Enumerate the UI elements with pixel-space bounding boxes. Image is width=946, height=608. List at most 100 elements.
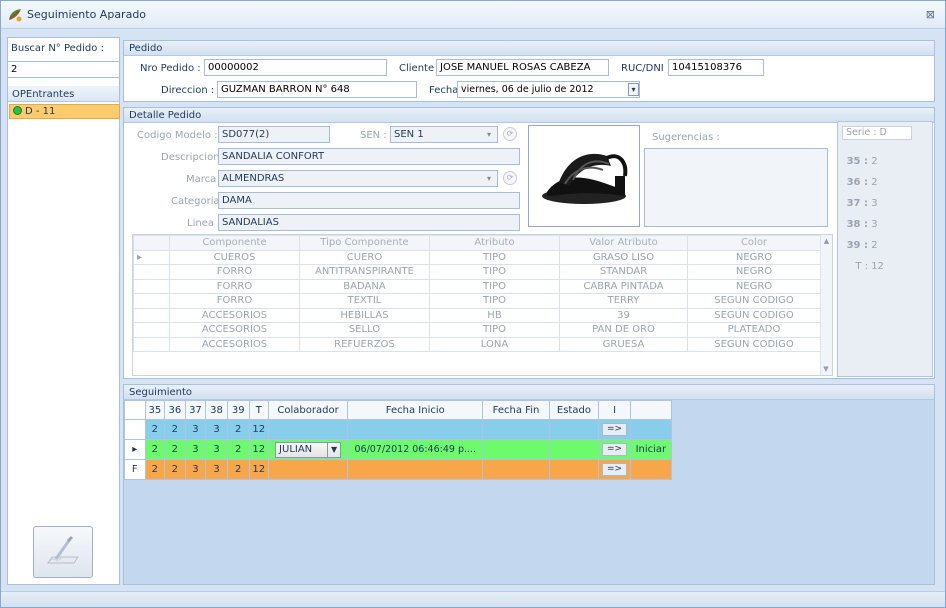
close-icon[interactable]: ⊠ [926,8,935,21]
size-cell: 3 [184,459,207,480]
refresh-icon[interactable]: ⟳ [503,127,517,141]
chevron-down-icon[interactable]: ▾ [483,171,495,186]
column-header[interactable]: Valor Atributo [559,235,688,251]
column-header[interactable]: T [248,400,270,420]
table-row[interactable]: ▸ 2 2 3 3 2 12 JULIAN ▼ 06/07/2012 06:46… [124,439,673,460]
vertical-scrollbar[interactable]: ▲ ▼ [820,235,832,375]
row-header-cell [133,336,170,352]
op-item[interactable]: D - 11 [9,104,120,119]
column-header[interactable]: I [598,400,631,420]
descripcion-label: Descripcion : [161,152,227,163]
total-cell: 12 [248,419,270,440]
size-cell: 2 [164,439,186,460]
marca-combo[interactable]: ALMENDRAS [218,170,498,187]
table-cell: PAN DE ORO [559,322,688,338]
column-header[interactable]: Colaborador [268,400,349,420]
table-cell: TIPO [429,322,560,338]
size-cell: 3 [184,419,207,440]
serie-size: 38 : 3 [846,214,884,235]
table-row[interactable]: F 2 2 3 3 2 12 => [124,459,673,480]
row-marker: ▸ [124,439,146,460]
table-cell: TEXTIL [299,293,430,309]
status-dot-icon [13,106,22,115]
go-button[interactable]: => [602,423,628,436]
pedido-group: Pedido Nro Pedido : 00000002 Cliente : J… [123,40,935,102]
current-row-icon: ▸ [133,249,170,265]
column-header[interactable]: Color [687,235,821,251]
direccion-label: Direccion : [161,85,215,96]
table-row[interactable]: ACCESORIOS SELLO TIPO PAN DE ORO PLATEADO [133,322,821,338]
row-marker: F [124,459,146,480]
table-row[interactable]: 2 2 3 3 2 12 => [124,419,673,440]
iniciar-link[interactable]: Iniciar [629,439,673,460]
componentes-grid[interactable]: Componente Tipo Componente Atributo Valo… [132,234,833,376]
fecha-inicio-cell [347,419,484,440]
chevron-down-icon[interactable]: ▾ [483,127,495,142]
column-header[interactable]: 36 [164,400,186,420]
table-cell: NEGRO [687,264,821,280]
colaborador-cell: JULIAN ▼ [268,439,349,460]
column-header[interactable]: Fecha Inicio [347,400,484,420]
detalle-group: Detalle Pedido Codigo Modelo : SD077(2) … [123,107,935,379]
scroll-down-icon[interactable]: ▼ [821,365,831,373]
table-cell: ACCESORIOS [169,307,300,323]
column-header[interactable]: 39 [226,400,250,420]
column-header[interactable]: 38 [205,400,228,420]
direccion-field[interactable]: GUZMAN BARRON N° 648 [217,81,417,98]
go-button[interactable]: => [602,443,628,456]
table-row[interactable]: ACCESORIOS REFUERZOS LONA GRUESA SEGUN CODIG… [133,336,821,352]
estado-cell [548,439,600,460]
table-cell: GRUESA [559,336,688,352]
fecha-picker[interactable]: viernes, 06 de julio de 2012 [457,81,640,98]
table-row[interactable]: FORRO BADANA TIPO CABRA PINTADA NEGRO [133,278,821,294]
table-row[interactable]: ACCESORIOS HEBILLAS HB 39 SEGUN CODIGO [133,307,821,323]
product-image [528,125,640,227]
sen-combo[interactable]: SEN 1 [390,126,498,143]
ruc-field[interactable]: 10415108376 [668,59,764,76]
refresh-icon[interactable]: ⟳ [503,171,517,185]
signature-button[interactable] [33,526,93,578]
size-cell: 2 [144,439,166,460]
size-cell: 3 [184,439,207,460]
table-cell: TERRY [559,293,688,309]
colaborador-combo[interactable]: JULIAN ▼ [275,441,342,458]
column-header[interactable]: 35 [144,400,166,420]
fecha-inicio-cell: 06/07/2012 06:46:49 p.... [347,439,484,460]
table-cell: FORRO [169,293,300,309]
serie-size: T : 12 [846,256,884,277]
chevron-down-icon[interactable]: ▾ [628,83,639,96]
column-header[interactable] [629,400,673,420]
cliente-field[interactable]: JOSE MANUEL ROSAS CABEZA [436,59,609,76]
chevron-down-icon[interactable]: ▼ [327,442,340,457]
table-cell: NEGRO [687,278,821,294]
column-header[interactable]: Estado [548,400,600,420]
descripcion-field: SANDALIA CONFORT [218,148,520,165]
table-cell: ACCESORIOS [169,322,300,338]
colaborador-cell[interactable] [268,419,349,440]
colaborador-cell[interactable] [268,459,349,480]
table-cell: CUEROS [169,249,300,265]
scroll-up-icon[interactable]: ▲ [821,237,832,245]
size-cell: 2 [164,419,186,440]
nro-pedido-field[interactable]: 00000002 [204,59,387,76]
row-header-cell [133,264,170,280]
seguimiento-table[interactable]: 35 36 37 38 39 T Colaborador Fecha Inici… [124,400,673,480]
accion-cell[interactable] [629,419,673,440]
serie-size: 35 : 2 [846,151,884,172]
table-cell: NEGRO [687,249,821,265]
table-row[interactable]: FORRO TEXTIL TIPO TERRY SEGUN CODIGO [133,293,821,309]
detalle-header: Detalle Pedido [124,108,934,123]
column-header[interactable]: Componente [169,235,300,251]
column-header[interactable]: 37 [184,400,207,420]
size-cell: 2 [164,459,186,480]
column-header[interactable]: Atributo [429,235,560,251]
buscar-pedido-input[interactable]: 2 [8,61,119,78]
column-header[interactable]: Fecha Fin [482,400,550,420]
table-cell: TIPO [429,278,560,294]
accion-cell[interactable] [629,459,673,480]
table-row[interactable]: ▸ CUEROS CUERO TIPO GRASO LISO NEGRO [133,249,821,265]
serie-size-qty: 2 [871,156,878,167]
go-button[interactable]: => [602,463,628,476]
table-row[interactable]: FORRO ANTITRANSPIRANTE TIPO STANDAR NEGRO [133,264,821,280]
column-header[interactable]: Tipo Componente [299,235,430,251]
